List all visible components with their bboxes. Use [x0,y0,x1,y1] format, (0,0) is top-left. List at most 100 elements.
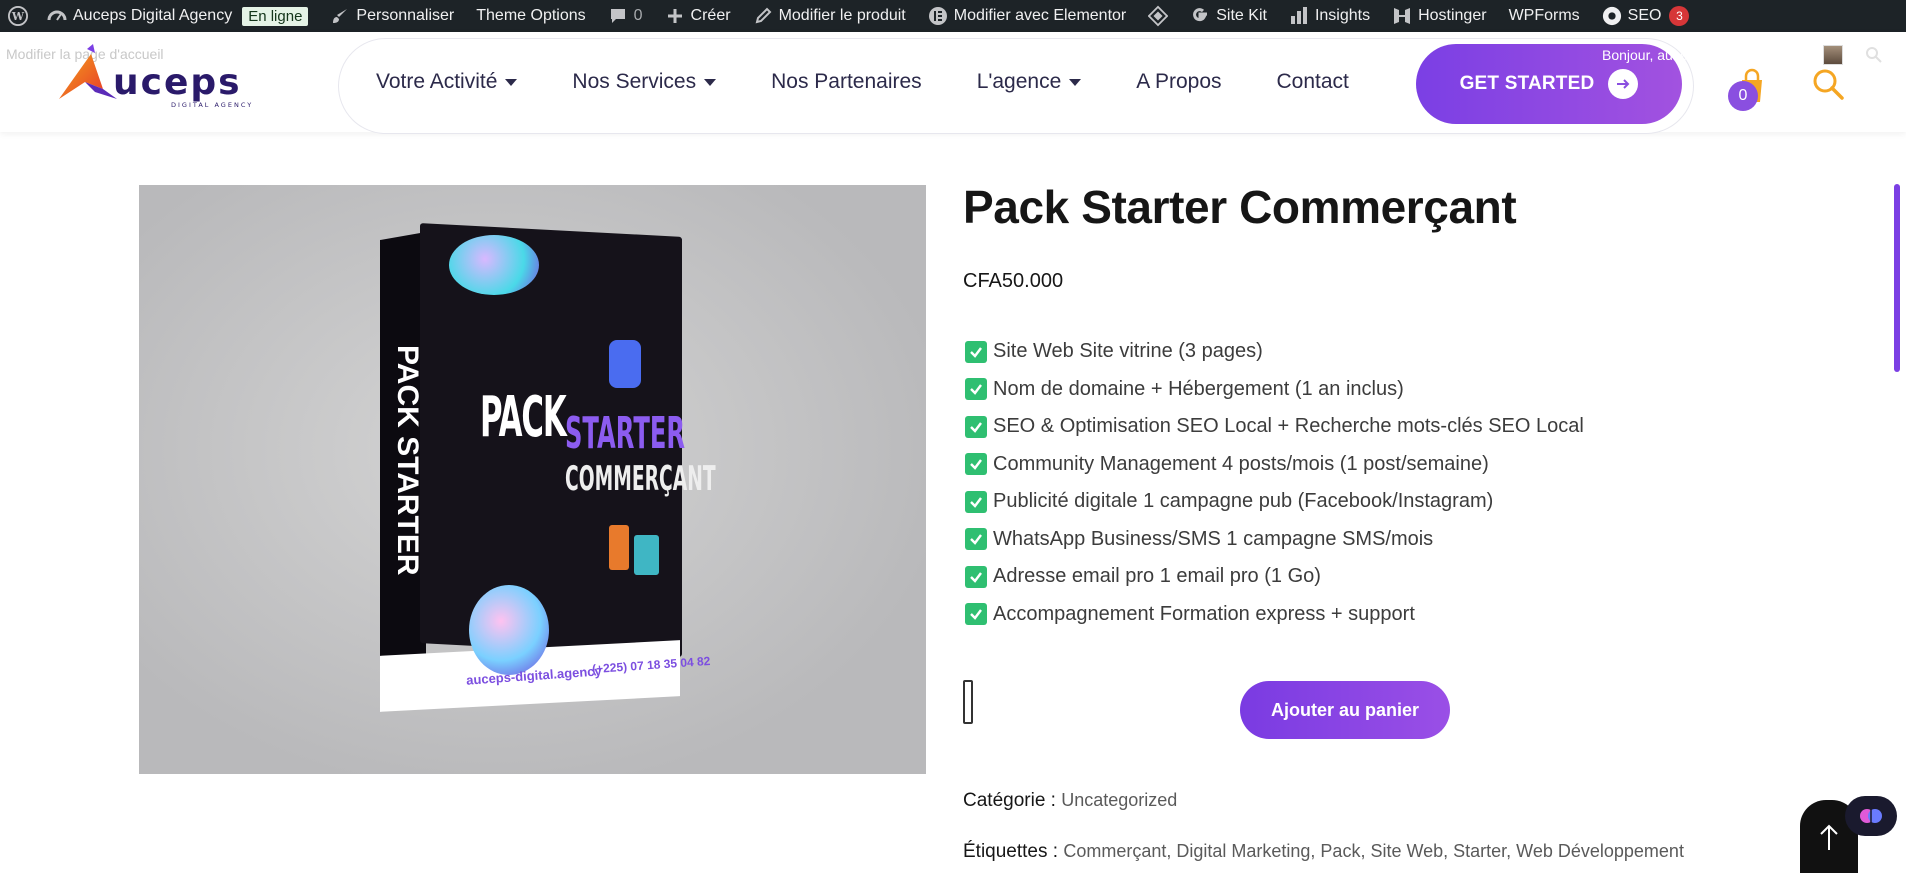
feature-text: SEO & Optimisation SEO Local + Recherche… [993,415,1584,438]
pencil-icon [753,6,773,26]
feature-text: Adresse email pro 1 email pro (1 Go) [993,565,1321,588]
nav-item-votre-activite[interactable]: Votre Activité [376,70,518,94]
checkmark-icon [965,415,987,438]
wordpress-menu[interactable]: W [0,0,36,32]
feature-text: WhatsApp Business/SMS 1 campagne SMS/moi… [993,527,1434,550]
tags-label: Étiquettes : [963,841,1059,862]
nav-item-label: L'agence [976,70,1062,93]
list-item: Site Web Site vitrine (3 pages) [965,333,1584,371]
site-kit-label: Site Kit [1216,7,1267,24]
cart-button[interactable]: 0 [1728,66,1774,116]
list-item: Nom de domaine + Hébergement (1 an inclu… [965,371,1584,409]
product-price: CFA50.000 [963,270,1064,292]
site-kit-menu[interactable]: Site Kit [1179,0,1278,32]
seo-count-badge: 3 [1669,6,1690,26]
price-tag-art [609,340,641,388]
new-content-menu[interactable]: Créer [654,0,742,32]
site-name: Auceps Digital Agency [73,7,233,24]
nav-item-label: A Propos [1136,70,1222,93]
category-label: Catégorie : [963,790,1056,811]
caret-down-icon [1069,78,1082,86]
edit-elementor-label: Modifier avec Elementor [953,7,1127,24]
nav-item-agence[interactable]: L'agence [977,70,1082,94]
wpforms-label: WPForms [1508,7,1580,24]
customize-link[interactable]: Personnaliser [319,0,465,32]
feature-text: Community Management 4 posts/mois (1 pos… [993,452,1489,475]
list-item: Adresse email pro 1 email pro (1 Go) [965,558,1584,596]
elementor-icon [928,6,948,26]
comments-link[interactable]: 0 [597,0,654,32]
hologram-ring [449,235,539,295]
bar-chart-icon [1289,6,1309,26]
site-name-menu[interactable]: Auceps Digital Agency En ligne [36,0,319,32]
get-started-label: GET STARTED [1459,73,1595,94]
checkmark-icon [965,378,987,401]
product-title: Pack Starter Commerçant [963,181,1517,233]
hostinger-menu[interactable]: Hostinger [1381,0,1497,32]
nav-item-label: Nos Services [572,70,697,93]
list-item: Community Management 4 posts/mois (1 pos… [965,446,1584,484]
feature-text: Nom de domaine + Hébergement (1 an inclu… [993,377,1404,400]
scrollbar[interactable] [1894,184,1900,372]
wpforms-menu[interactable]: WPForms [1498,0,1591,32]
nav-item-contact[interactable]: Contact [1277,70,1349,94]
edit-product-label: Modifier le produit [778,7,906,24]
caret-down-icon [505,78,518,86]
nav-item-nos-partenaires[interactable]: Nos Partenaires [771,70,922,94]
admin-search-icon[interactable] [1864,45,1884,65]
logo-tagline: DIGITAL AGENCY [171,101,253,109]
dashboard-icon [47,6,67,26]
search-button[interactable] [1810,66,1846,102]
arrow-up-icon [1820,824,1838,850]
shopping-bag-art [634,535,659,575]
insights-menu[interactable]: Insights [1278,0,1381,32]
comments-count: 0 [633,7,643,24]
product-category: Catégorie : Uncategorized [963,790,1177,812]
wordpress-icon: W [8,6,28,26]
product-image[interactable]: PACK STARTER COMMERÇANT PACK STARTER auc… [139,185,926,774]
brain-icon [1860,809,1882,823]
nav-item-nos-services[interactable]: Nos Services [572,70,717,94]
ai-assistant-widget[interactable] [1845,796,1897,836]
feature-text: Accompagnement Formation express + suppo… [993,602,1415,625]
nav-item-label: Nos Partenaires [771,70,922,93]
checkmark-icon [965,565,987,588]
svg-text:W: W [11,10,25,23]
box-pack-text: PACK [480,385,567,450]
feature-text: Site Web Site vitrine (3 pages) [993,340,1263,363]
checkmark-icon [965,490,987,513]
diamond-plugin-menu[interactable] [1137,0,1179,32]
theme-options-link[interactable]: Theme Options [465,0,596,32]
quantity-input[interactable] [963,680,973,724]
theme-options-label: Theme Options [476,7,586,24]
tags-links[interactable]: Commerçant, Digital Marketing, Pack, Sit… [1063,841,1684,861]
feature-text: Publicité digitale 1 campagne pub (Faceb… [993,490,1494,513]
box-commercant-text: COMMERÇANT [565,459,716,499]
comment-icon [608,6,628,26]
checkmark-icon [965,528,987,551]
admin-greeting[interactable]: Bonjour, auceps0@gmail.com [1602,47,1788,63]
hologram-blob [469,585,549,675]
caret-down-icon [704,78,717,86]
paintbrush-icon [330,6,350,26]
online-status-badge: En ligne [242,6,309,26]
site-logo[interactable]: uceps DIGITAL AGENCY [55,44,285,110]
cart-count-badge: 0 [1728,81,1758,111]
nav-item-label: Votre Activité [376,70,498,93]
list-item: Publicité digitale 1 campagne pub (Faceb… [965,483,1584,521]
list-item: Accompagnement Formation express + suppo… [965,596,1584,634]
logo-wordmark: uceps [113,62,242,103]
nav-item-a-propos[interactable]: A Propos [1136,70,1221,94]
category-link[interactable]: Uncategorized [1061,790,1177,810]
edit-elementor-link[interactable]: Modifier avec Elementor [917,0,1138,32]
avatar[interactable] [1823,45,1843,65]
checkmark-icon [965,453,987,476]
search-icon [1813,69,1844,100]
edit-product-link[interactable]: Modifier le produit [742,0,917,32]
seo-menu[interactable]: SEO 3 [1591,0,1701,32]
shopping-bag-art [609,525,629,570]
hostinger-icon [1392,6,1412,26]
site-header: Modifier la page d'accueil uceps DIGITAL… [0,32,1906,134]
add-to-cart-button[interactable]: Ajouter au panier [1240,681,1450,739]
main-nav: Votre Activité Nos Services Nos Partenai… [376,62,1404,102]
